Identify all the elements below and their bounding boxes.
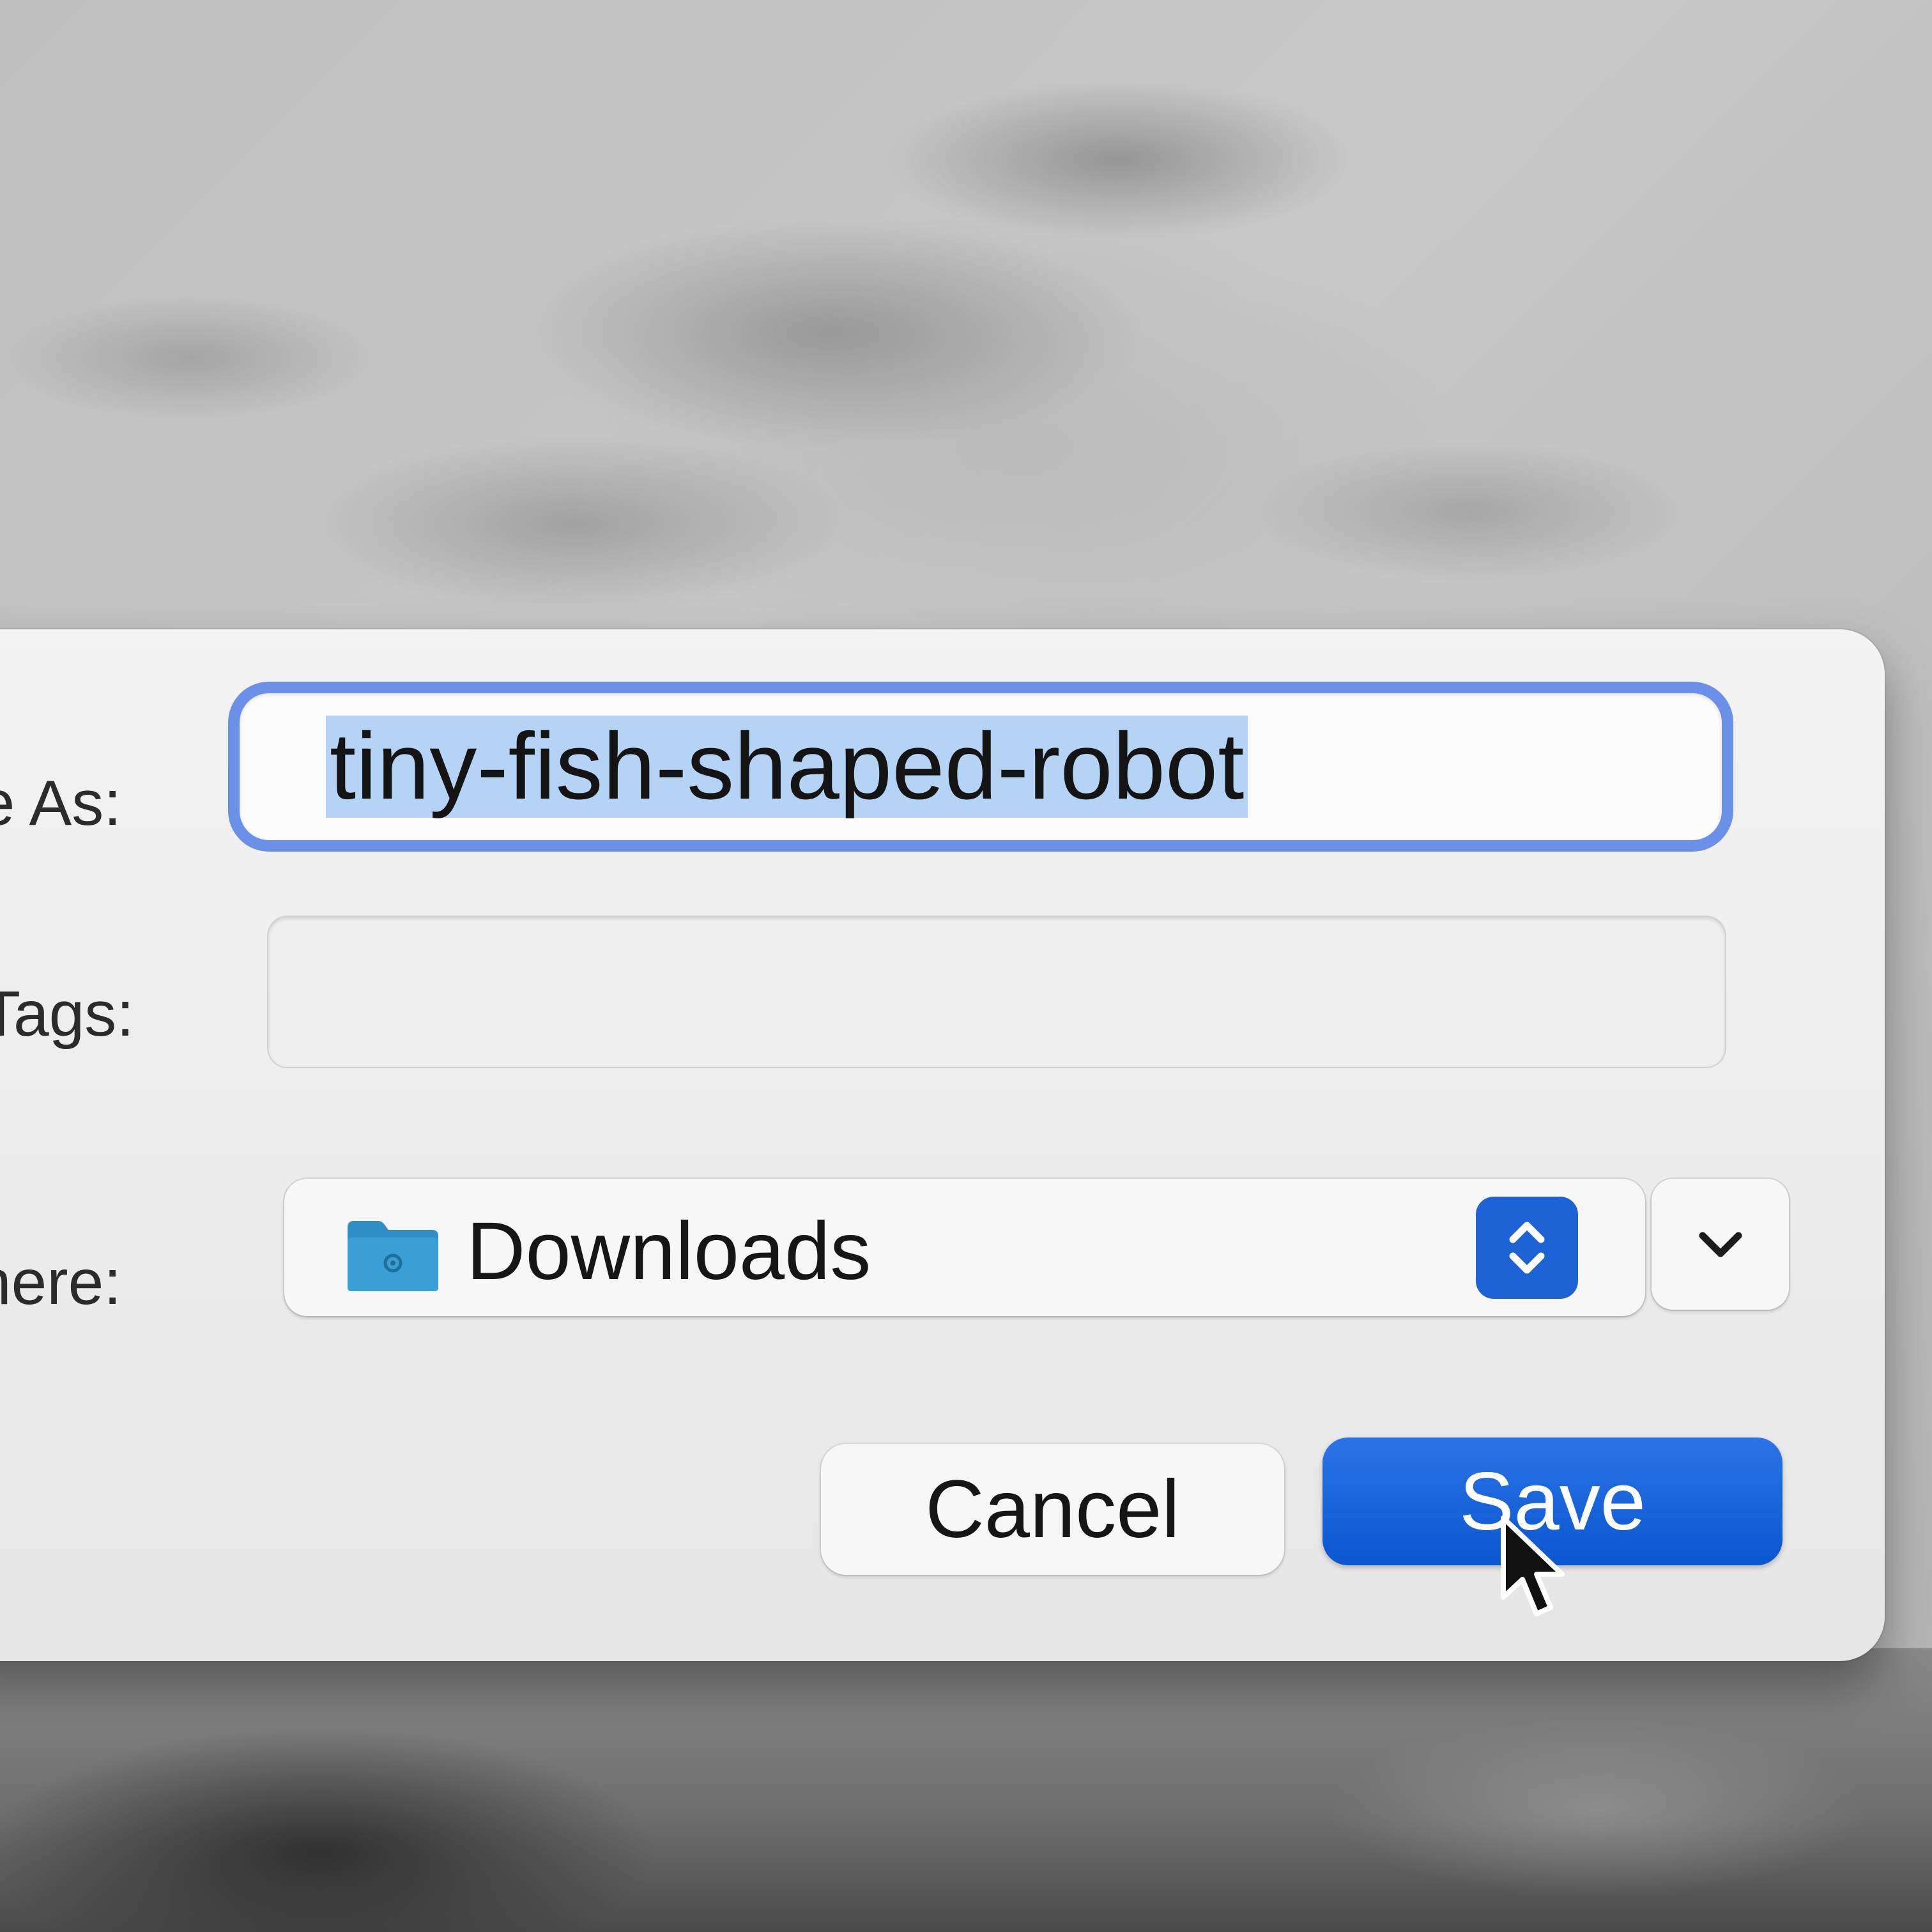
tags-label: Tags: bbox=[0, 978, 134, 1050]
desk-background: ve As: tiny-fish-shaped-robot Tags: Wher… bbox=[0, 0, 1932, 1932]
expand-dialog-button[interactable] bbox=[1652, 1179, 1789, 1310]
filename-field[interactable]: tiny-fish-shaped-robot bbox=[240, 693, 1722, 840]
where-value: Downloads bbox=[466, 1206, 871, 1297]
tags-field[interactable] bbox=[268, 917, 1725, 1067]
up-down-chevron-icon bbox=[1509, 1222, 1545, 1274]
chevron-down-icon bbox=[1699, 1232, 1742, 1257]
where-popup-button[interactable]: Downloads bbox=[284, 1179, 1645, 1316]
cancel-button-label: Cancel bbox=[925, 1464, 1180, 1555]
arrow-pointer-icon bbox=[1501, 1515, 1565, 1616]
save-as-label: ve As: bbox=[0, 767, 121, 839]
location-stepper-button[interactable] bbox=[1476, 1197, 1578, 1299]
filename-value[interactable]: tiny-fish-shaped-robot bbox=[326, 716, 1248, 818]
save-dialog: ve As: tiny-fish-shaped-robot Tags: Wher… bbox=[0, 629, 1885, 1661]
folder-icon bbox=[348, 1221, 438, 1291]
where-label: Where: bbox=[0, 1246, 121, 1318]
desk-surface bbox=[0, 1648, 1932, 1932]
cancel-button[interactable]: Cancel bbox=[821, 1444, 1284, 1575]
